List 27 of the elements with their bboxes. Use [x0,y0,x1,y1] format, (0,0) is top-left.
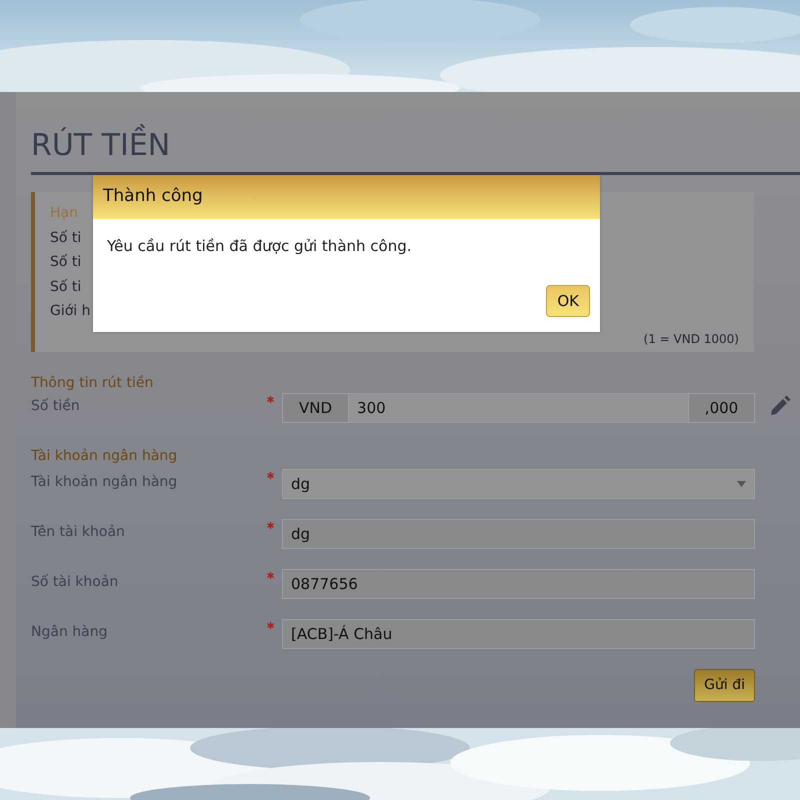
currency-label: VND [283,394,348,422]
section-heading: Tài khoản ngân hàng [31,447,178,465]
limit-text: Số ti [50,253,82,272]
input-field[interactable]: 0877656 [282,569,755,599]
dialog-message: Yêu cầu rút tiền đã được gửi thành công. [106,236,413,257]
input-field[interactable]: [ACB]-Á Châu [282,619,755,649]
amount-field[interactable]: VND 300 ,000 [282,393,755,423]
pencil-icon[interactable] [769,395,791,417]
field-label: Số tiền [31,397,81,416]
limit-text: Số ti [50,228,82,248]
submit-button[interactable]: Gửi đi [694,669,755,702]
select-value: dg [291,474,310,495]
limits-heading: Hạn [50,204,79,223]
dialog-title: Thành công [103,185,203,208]
section-heading: Thông tin rút tiền [31,374,154,392]
dropdown-caret-icon [737,481,746,487]
select-field[interactable]: dg [282,469,755,499]
ok-button[interactable]: OK [546,284,590,317]
unit-note: (1 = VND 1000) [642,330,739,348]
field-label: Tài khoản ngân hàng [31,473,178,492]
input-field[interactable]: dg [282,519,755,549]
limit-text: Giới h [50,302,91,321]
amount-suffix: ,000 [689,394,754,422]
field-label: Số tài khoản [31,573,120,592]
field-label: Ngân hàng [31,623,108,642]
limit-text: Số ti [50,278,82,296]
field-label: Tên tài khoản [31,523,126,542]
